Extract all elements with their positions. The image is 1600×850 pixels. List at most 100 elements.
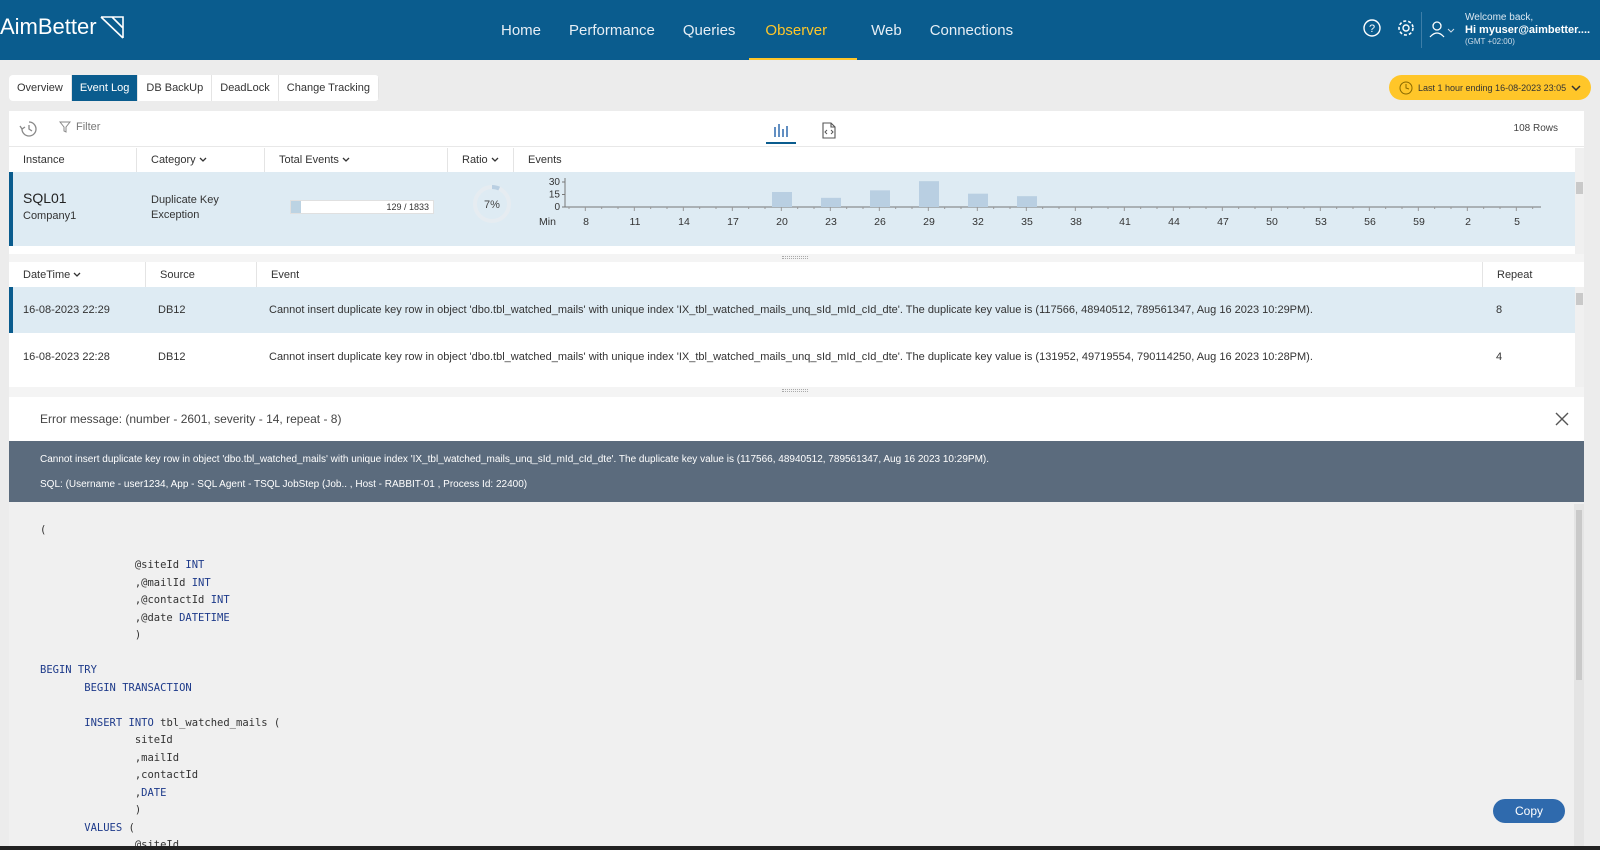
x-tick-label: 8 xyxy=(583,216,589,228)
filter-label: Filter xyxy=(76,121,101,133)
y-tick-label: 15 xyxy=(549,190,561,201)
x-tick-label: 44 xyxy=(1168,216,1180,228)
summary-scrollbar[interactable] xyxy=(1575,148,1584,254)
code-keyword: DATE xyxy=(141,786,167,799)
bar xyxy=(772,192,792,207)
col-event[interactable]: Event xyxy=(257,262,1483,287)
tab-event-log[interactable]: Event Log xyxy=(71,75,139,101)
user-welcome[interactable]: Welcome back, Hi myuser@aimbetter.... (G… xyxy=(1465,12,1590,48)
x-tick-label: 23 xyxy=(825,216,837,228)
x-tick-label: 50 xyxy=(1266,216,1278,228)
close-icon[interactable] xyxy=(1554,411,1570,427)
top-navbar: AimBetter Home Performance Queries Observer… xyxy=(0,0,1600,60)
cell-event: Cannot insert duplicate key row in objec… xyxy=(269,351,1313,363)
nav-observer[interactable]: Observer xyxy=(749,0,857,60)
tab-change-tracking[interactable]: Change Tracking xyxy=(279,75,379,101)
x-tick-label: 35 xyxy=(1021,216,1033,228)
tab-deadlock[interactable]: DeadLock xyxy=(212,75,279,101)
col-repeat[interactable]: Repeat xyxy=(1483,262,1575,287)
code-line: VALUES ( xyxy=(40,820,280,838)
chevron-down-icon xyxy=(491,157,499,162)
summary-row[interactable]: SQL01 Company1 Duplicate Key Exception 1… xyxy=(9,172,1575,246)
logo[interactable]: AimBetter xyxy=(0,14,125,40)
category-value: Duplicate Key Exception xyxy=(151,194,219,221)
user-menu[interactable] xyxy=(1428,20,1458,43)
col-ratio[interactable]: Ratio xyxy=(448,148,514,172)
table-row[interactable]: 16-08-2023 22:28 DB12 Cannot insert duplic… xyxy=(9,334,1575,380)
code-text: ) xyxy=(40,804,142,816)
code-text: ,@mailId xyxy=(40,576,192,589)
code-keyword: VALUES xyxy=(84,821,123,834)
events-scrollbar[interactable] xyxy=(1575,287,1584,387)
col-events: Events xyxy=(514,148,1564,172)
events-scroll-thumb[interactable] xyxy=(1576,293,1583,305)
cell-repeat: 8 xyxy=(1496,304,1503,316)
time-range-picker[interactable]: Last 1 hour ending 16-08-2023 23:05 xyxy=(1389,75,1591,100)
code-text: ( xyxy=(122,821,135,834)
grip-icon xyxy=(782,256,808,259)
code-scroll-thumb[interactable] xyxy=(1576,510,1582,680)
code-text: ,mailId xyxy=(40,751,180,764)
code-keyword: INT xyxy=(191,576,211,589)
x-tick-label: 53 xyxy=(1315,216,1327,228)
bar xyxy=(821,197,841,207)
nav-connections[interactable]: Connections xyxy=(916,0,1027,60)
col-total-events[interactable]: Total Events xyxy=(265,148,448,172)
code-line: ,@mailId INT xyxy=(40,575,280,593)
code-keyword: DATETIME xyxy=(179,611,230,624)
gear-icon[interactable] xyxy=(1396,18,1416,38)
chart-view-tab[interactable] xyxy=(766,117,796,144)
bottom-edge xyxy=(0,846,1600,850)
filter-button[interactable]: Filter xyxy=(59,121,100,133)
code-scrollbar[interactable] xyxy=(1574,504,1584,850)
code-text: ,@contactId xyxy=(40,594,211,606)
error-header: Error message: (number - 2601, severity … xyxy=(9,397,1584,441)
nav-home[interactable]: Home xyxy=(487,0,555,60)
observer-tabs: Overview Event Log DB BackUp DeadLock Change… xyxy=(9,75,379,101)
history-icon[interactable] xyxy=(18,119,40,139)
col-category[interactable]: Category xyxy=(137,148,265,172)
cell-source: DB12 xyxy=(158,351,186,363)
ratio-text: 7% xyxy=(484,199,500,211)
x-tick-label: 29 xyxy=(923,216,935,228)
error-message: Cannot insert duplicate key row in objec… xyxy=(40,454,990,465)
bar xyxy=(968,193,988,207)
rows-count: 108 Rows xyxy=(1513,123,1558,134)
events-chart: 015 30 8 11 14 17 20 23 26 29 32 35 38 41 44 47 50 53 56 59… xyxy=(539,177,1541,228)
splitter-bottom[interactable] xyxy=(9,387,1584,397)
help-icon[interactable]: ? xyxy=(1362,18,1382,38)
copy-button[interactable]: Copy xyxy=(1493,799,1565,823)
nav-web[interactable]: Web xyxy=(857,0,916,60)
col-datetime[interactable]: DateTime xyxy=(9,262,146,287)
time-range-label: Last 1 hour ending 16-08-2023 23:05 xyxy=(1418,82,1567,93)
x-tick-label: 56 xyxy=(1364,216,1376,228)
summary-toolbar: Filter 108 Rows xyxy=(9,111,1584,147)
code-line: ,mailId xyxy=(40,750,280,768)
summary-scroll-thumb[interactable] xyxy=(1576,182,1583,194)
code-view-tab[interactable] xyxy=(814,117,844,144)
col-category-label: Category xyxy=(151,154,196,166)
splitter-top[interactable] xyxy=(9,254,1584,262)
code-line: BEGIN TRANSACTION xyxy=(40,680,280,698)
welcome-text: Welcome back, xyxy=(1465,12,1534,23)
code-file-icon xyxy=(822,122,836,139)
tab-overview[interactable]: Overview xyxy=(9,75,72,101)
nav-performance[interactable]: Performance xyxy=(555,0,669,60)
instance-company: Company1 xyxy=(23,210,77,222)
x-tick-label: 17 xyxy=(727,216,739,228)
code-line: siteId xyxy=(40,732,280,750)
col-total-events-label: Total Events xyxy=(279,154,339,166)
code-keyword: INT xyxy=(210,594,230,606)
col-instance[interactable]: Instance xyxy=(9,148,137,172)
table-row[interactable]: 16-08-2023 22:29 DB12 Cannot insert duplic… xyxy=(9,287,1575,333)
x-tick-label: 20 xyxy=(776,216,788,228)
col-source[interactable]: Source xyxy=(146,262,257,287)
user-name: Hi myuser@aimbetter.... xyxy=(1465,24,1591,36)
nav-queries[interactable]: Queries xyxy=(669,0,750,60)
sql-code-block: ( @siteId INT ,@mailId INT ,@contactId I… xyxy=(40,522,280,850)
tab-db-backup[interactable]: DB BackUp xyxy=(138,75,213,101)
cell-source: DB12 xyxy=(158,304,186,316)
